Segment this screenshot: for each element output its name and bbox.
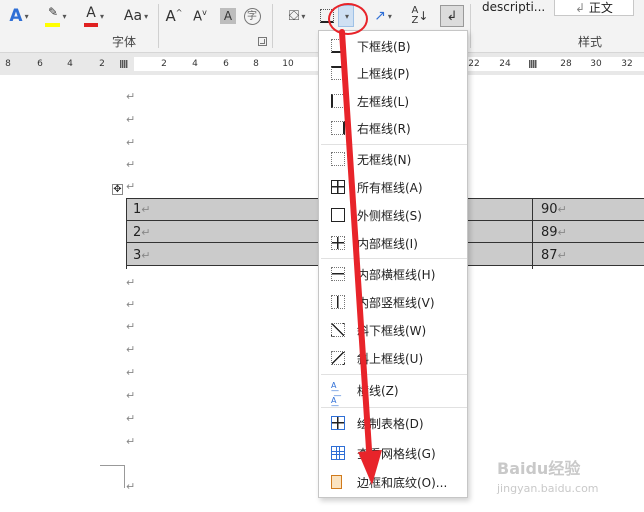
paragraph-mark-icon: ↲ [446,8,458,24]
paragraph-mark: ↵ [126,136,136,149]
ruler-tick: 28 [560,59,572,69]
column-marker-icon[interactable] [120,60,128,68]
paragraph-mark: ↵ [126,366,136,379]
ribbon-divider [470,4,471,48]
ruler-tick: 2 [161,59,167,69]
normal-style-prefix: ↲ [575,1,589,15]
style-gallery-item-description[interactable]: descripti... [478,0,550,16]
paragraph-mark: ↵ [126,389,136,402]
table-cell[interactable]: 89↵ [541,225,567,240]
change-case-label: Aa [123,8,143,24]
normal-style-label: 正文 [588,1,613,15]
paragraph-mark: ↵ [126,435,136,448]
ruler-tick: 32 [621,59,633,69]
ruler-tick: 4 [67,59,73,69]
shrink-font-icon: Av [193,7,207,25]
table-cell[interactable]: 3↵ [133,248,151,263]
ruler-tick: 24 [499,59,511,69]
styles-group-label: 样式 [578,35,603,49]
text-effects-icon: A [9,6,23,26]
table-cell[interactable]: 87↵ [541,248,567,263]
character-shading-button[interactable]: A [218,5,238,27]
change-case-button[interactable]: Aa ▾ [118,5,154,27]
ribbon-divider [272,4,273,48]
watermark-subtext: jingyan.baidu.com [497,482,599,495]
paragraph-mark: ↵ [126,320,136,333]
paragraph-mark: ↵ [126,113,136,126]
font-group-label: 字体 [112,35,137,49]
ruler-tick: 8 [253,59,259,69]
paint-bucket-icon: ⛋ [288,8,300,24]
ruler-tick: 10 [282,59,294,69]
table-cell[interactable]: 1↵ [133,202,151,217]
style-description-label: descripti... [482,0,546,14]
show-paragraph-marks-button[interactable]: ↲ [440,5,464,27]
table-move-handle-icon[interactable]: ✥ [112,184,123,195]
style-gallery-item-normal[interactable]: ↲ 正文 [554,0,634,16]
font-dialog-launcher-icon[interactable] [258,37,267,46]
ruler-tick: 6 [37,59,43,69]
paragraph-mark: ↵ [126,158,136,171]
font-color-icon: A [83,5,98,27]
paragraph-mark: ↵ [126,180,136,193]
paragraph-mark: ↵ [126,298,136,311]
text-effects-button[interactable]: A ▾ [4,5,34,27]
grow-font-button[interactable]: A^ [163,5,185,27]
table-cell[interactable]: 90↵ [541,202,567,217]
column-marker-icon[interactable] [529,60,537,68]
highlighter-icon: ✎ [45,5,61,27]
paragraph-mark: ↵ [126,90,136,103]
paragraph-mark: ↵ [126,343,136,356]
ruler-tick: 8 [5,59,11,69]
ruler-tick: 2 [99,59,105,69]
page-corner-mark [100,465,125,488]
ruler-tick: 6 [223,59,229,69]
table-border [126,198,127,269]
font-color-button[interactable]: A ▾ [78,5,110,27]
ruler-tick: 4 [192,59,198,69]
highlight-color-button[interactable]: ✎ ▾ [40,5,72,27]
table-border [532,198,533,269]
shrink-font-button[interactable]: Av [189,5,211,27]
ribbon-divider [158,4,159,48]
enclose-characters-button[interactable]: 字 [242,5,262,27]
paragraph-mark: ↵ [126,480,136,493]
table-cell[interactable]: 2↵ [133,225,151,240]
watermark: Baidu经验 [497,459,581,478]
paragraph-mark: ↵ [126,412,136,425]
ruler-tick: 30 [590,59,602,69]
enclose-characters-icon: 字 [243,7,261,25]
grow-font-icon: A^ [165,7,183,25]
annotation-arrow-icon [339,29,382,485]
paragraph-mark: ↵ [126,276,136,289]
character-shading-icon: A [220,8,236,24]
ruler-tick: 22 [468,59,480,69]
